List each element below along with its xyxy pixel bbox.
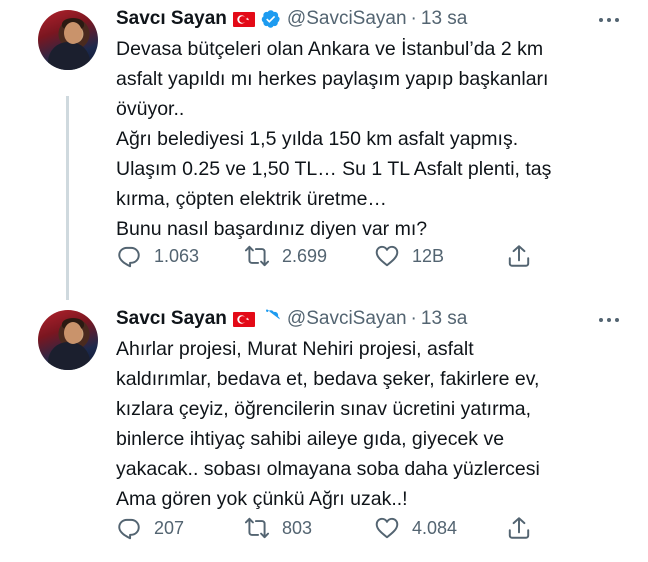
reply-button[interactable]: 207 — [116, 511, 184, 545]
tweet-text: Devasa bütçeleri olan Ankara ve İstanbul… — [116, 34, 616, 244]
retweet-count: 2.699 — [282, 245, 328, 266]
retweet-button[interactable]: 803 — [244, 511, 312, 545]
more-options-icon[interactable] — [596, 312, 622, 332]
tweet-text-line: Ulaşım 0.25 ve 1,50 TL… Su 1 TL Asfalt p… — [116, 158, 552, 180]
reply-count: 207 — [154, 517, 185, 538]
avatar[interactable] — [38, 10, 98, 70]
share-button[interactable] — [506, 239, 544, 273]
tweet[interactable]: Savcı Sayan @SavciSayan · 13 sa Devasa b… — [0, 0, 648, 300]
reply-icon — [118, 518, 140, 540]
author-name[interactable]: Savcı Sayan — [116, 8, 227, 30]
tweet-text-line: yakacak.. sobası olmayana soba daha yüzl… — [116, 458, 540, 480]
tweet-text-line: övüyor.. — [116, 98, 185, 120]
like-count: 4.084 — [412, 517, 458, 538]
avatar[interactable] — [38, 310, 98, 370]
like-icon — [375, 245, 399, 267]
verified-badge-icon — [261, 309, 281, 329]
retweet-count: 803 — [282, 517, 313, 538]
author-handle[interactable]: @SavciSayan — [287, 308, 407, 330]
author-handle[interactable]: @SavciSayan — [287, 8, 407, 30]
tweet-text-line: kırma, çöpten elektrik üretme… — [116, 188, 387, 210]
separator: · — [410, 308, 417, 329]
tweet-actions: 1.063 2.699 12B — [116, 239, 536, 273]
share-icon — [508, 245, 530, 267]
like-count: 12B — [412, 245, 445, 266]
like-button[interactable]: 4.084 — [374, 511, 457, 545]
tweet-text-line: Ama gören yok çünkü Ağrı uzak..! — [116, 488, 408, 510]
turkey-flag-icon — [232, 311, 255, 327]
share-button[interactable] — [506, 511, 544, 545]
retweet-icon — [244, 245, 270, 267]
timestamp[interactable]: 13 sa — [421, 308, 467, 330]
retweet-icon — [244, 517, 270, 539]
tweet-header: Savcı Sayan @SavciSayan · 13 sa — [116, 306, 467, 332]
avatar-suit — [48, 342, 90, 370]
reply-count: 1.063 — [154, 245, 200, 266]
share-icon — [508, 517, 530, 539]
tweet-header: Savcı Sayan @SavciSayan · 13 sa — [116, 6, 467, 32]
tweet[interactable]: Savcı Sayan @SavciSayan · 13 sa Ahırlar … — [0, 300, 648, 562]
avatar-suit — [48, 42, 90, 70]
avatar-face — [64, 22, 82, 44]
verified-badge-icon — [261, 9, 281, 29]
reply-button[interactable]: 1.063 — [116, 239, 199, 273]
tweet-text-line: asfalt yapıldı mı herkes paylaşım yapıp … — [116, 68, 549, 90]
more-options-icon[interactable] — [596, 12, 622, 32]
tweet-text-line: Devasa bütçeleri olan Ankara ve İstanbul… — [116, 38, 544, 60]
separator: · — [410, 8, 417, 29]
reply-icon — [118, 246, 140, 268]
tweet-text-line: Ahırlar projesi, Murat Nehiri projesi, a… — [116, 338, 474, 360]
tweet-text-line: kızlara çeyiz, öğrencilerin sınav ücreti… — [116, 398, 532, 420]
author-name[interactable]: Savcı Sayan — [116, 308, 227, 330]
tweet-text: Ahırlar projesi, Murat Nehiri projesi, a… — [116, 334, 616, 514]
tweet-actions: 207 803 4.084 — [116, 511, 536, 545]
thread-line — [66, 96, 69, 300]
tweet-text-line: kaldırımlar, bedava et, bedava şeker, fa… — [116, 368, 540, 390]
timestamp[interactable]: 13 sa — [421, 8, 467, 30]
turkey-flag-icon — [232, 11, 255, 27]
avatar-face — [64, 322, 82, 344]
tweet-text-line: binlerce ihtiyaç sahibi aileye gıda, giy… — [116, 428, 505, 450]
like-icon — [375, 517, 399, 539]
retweet-button[interactable]: 2.699 — [244, 239, 327, 273]
tweet-text-line: Ağrı belediyesi 1,5 yılda 150 km asfalt … — [116, 128, 519, 150]
like-button[interactable]: 12B — [374, 239, 444, 273]
